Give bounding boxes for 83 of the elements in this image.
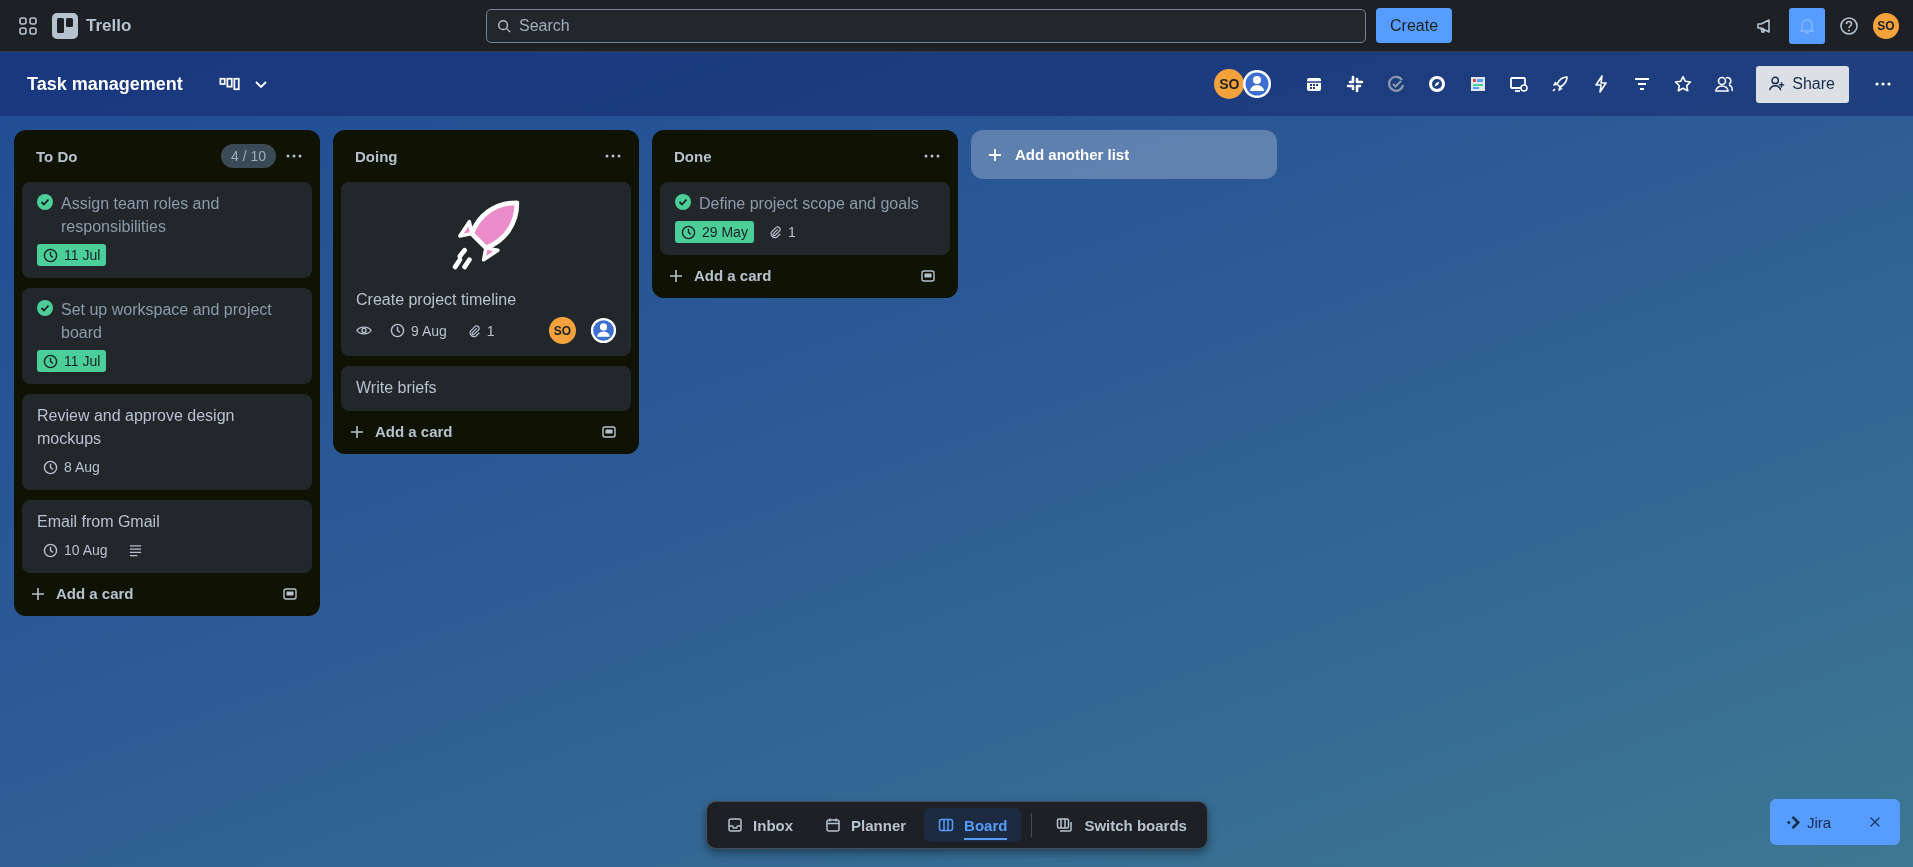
nav-tab[interactable]: Planner — [811, 808, 921, 842]
nav-tab[interactable]: Board — [924, 808, 1022, 842]
card[interactable]: Define project scope and goals 29 May 1 — [660, 182, 950, 255]
list-title[interactable]: To Do — [36, 147, 213, 165]
list-title[interactable]: Done — [674, 147, 914, 165]
notifications-button[interactable] — [1789, 7, 1825, 44]
user-avatar[interactable]: SO — [1873, 12, 1899, 39]
card[interactable]: Create project timeline 9 Aug 1 SO — [341, 182, 631, 356]
template-icon[interactable] — [920, 267, 936, 284]
add-list-button[interactable]: Add another list — [971, 130, 1277, 179]
logo-icon[interactable] — [52, 12, 78, 39]
card[interactable]: Assign team roles and responsibilities 11 Jul — [22, 182, 312, 278]
inbox-icon — [727, 817, 744, 833]
due-date-badge: 11 Jul — [37, 350, 107, 372]
star-icon[interactable] — [1673, 74, 1694, 94]
plus-icon — [349, 423, 365, 440]
clock-icon — [43, 247, 58, 263]
card-title: Assign team roles and responsibilities — [61, 194, 221, 237]
progress-icon[interactable] — [1386, 74, 1407, 94]
board-icon — [938, 817, 955, 833]
member-avatar[interactable] — [1242, 69, 1273, 99]
add-person-icon — [1768, 75, 1787, 93]
app-name[interactable]: Trello — [86, 15, 132, 36]
attachment-count: 1 — [767, 224, 796, 240]
calendar-icon — [825, 817, 842, 833]
plus-icon — [668, 267, 684, 284]
member-avatar[interactable]: SO — [1214, 69, 1245, 99]
add-card-button[interactable]: Add a card — [349, 423, 453, 440]
plus-icon — [30, 585, 46, 602]
compass-icon[interactable] — [1427, 74, 1448, 94]
clock-icon — [390, 323, 405, 338]
card-title: Review and approve design mockups — [37, 406, 236, 449]
clock-icon — [43, 542, 58, 558]
nav-tab[interactable]: Inbox — [713, 808, 808, 842]
paperclip-icon — [466, 323, 481, 338]
add-card-button[interactable]: Add a card — [668, 267, 772, 284]
due-date: 10 Aug — [37, 539, 114, 561]
description-icon — [127, 542, 143, 558]
card[interactable]: Email from Gmail 10 Aug — [22, 500, 312, 573]
card-title: Write briefs — [356, 378, 437, 398]
nav-tab[interactable]: Switch boards — [1042, 808, 1201, 842]
card[interactable]: Set up workspace and project board 11 Jul — [22, 288, 312, 384]
template-icon[interactable] — [282, 585, 298, 602]
screen-sync-icon[interactable] — [1509, 74, 1530, 94]
check-circle-icon[interactable] — [37, 194, 53, 210]
card-title: Define project scope and goals — [699, 194, 919, 214]
card[interactable]: Write briefs — [341, 366, 631, 411]
plus-icon — [987, 146, 1003, 163]
board-title[interactable]: Task management — [27, 73, 183, 95]
due-date: 9 Aug — [384, 319, 453, 342]
due-date-badge: 29 May — [675, 221, 754, 243]
card-title: Email from Gmail — [37, 512, 160, 532]
template-icon[interactable] — [601, 423, 617, 440]
due-date: 8 Aug — [37, 456, 106, 478]
due-date-badge: 11 Jul — [37, 244, 107, 266]
help-icon[interactable] — [1839, 15, 1859, 36]
search-icon — [497, 18, 511, 33]
clock-icon — [43, 459, 58, 475]
app-grid-icon[interactable] — [18, 15, 38, 36]
check-circle-icon[interactable] — [675, 194, 691, 210]
add-card-button[interactable]: Add a card — [30, 585, 134, 602]
jira-button[interactable]: Jira — [1786, 813, 1832, 831]
list-title[interactable]: Doing — [355, 147, 595, 165]
card-title: Create project timeline — [356, 290, 517, 310]
paperclip-icon — [767, 225, 782, 239]
rocket-icon[interactable] — [1550, 74, 1571, 94]
board-view-icon[interactable] — [218, 77, 241, 91]
attachment-count: 1 — [466, 322, 495, 339]
check-circle-icon[interactable] — [37, 300, 53, 316]
people-icon[interactable] — [1714, 74, 1735, 94]
clock-icon — [43, 353, 58, 369]
share-button[interactable]: Share — [1756, 65, 1849, 103]
create-button[interactable]: Create — [1376, 8, 1453, 43]
member-avatar[interactable] — [590, 317, 617, 344]
switch-boards-icon — [1056, 817, 1075, 833]
card[interactable]: Review and approve design mockups 8 Aug — [22, 394, 312, 490]
card-count: 4 / 10 — [220, 144, 276, 168]
close-icon[interactable] — [1868, 815, 1882, 829]
clock-icon — [681, 224, 696, 240]
hash-icon[interactable] — [1345, 74, 1366, 94]
search-field[interactable]: Search — [486, 8, 1366, 43]
card-title: Set up workspace and project board — [61, 300, 273, 343]
member-avatar[interactable]: SO — [549, 317, 576, 344]
